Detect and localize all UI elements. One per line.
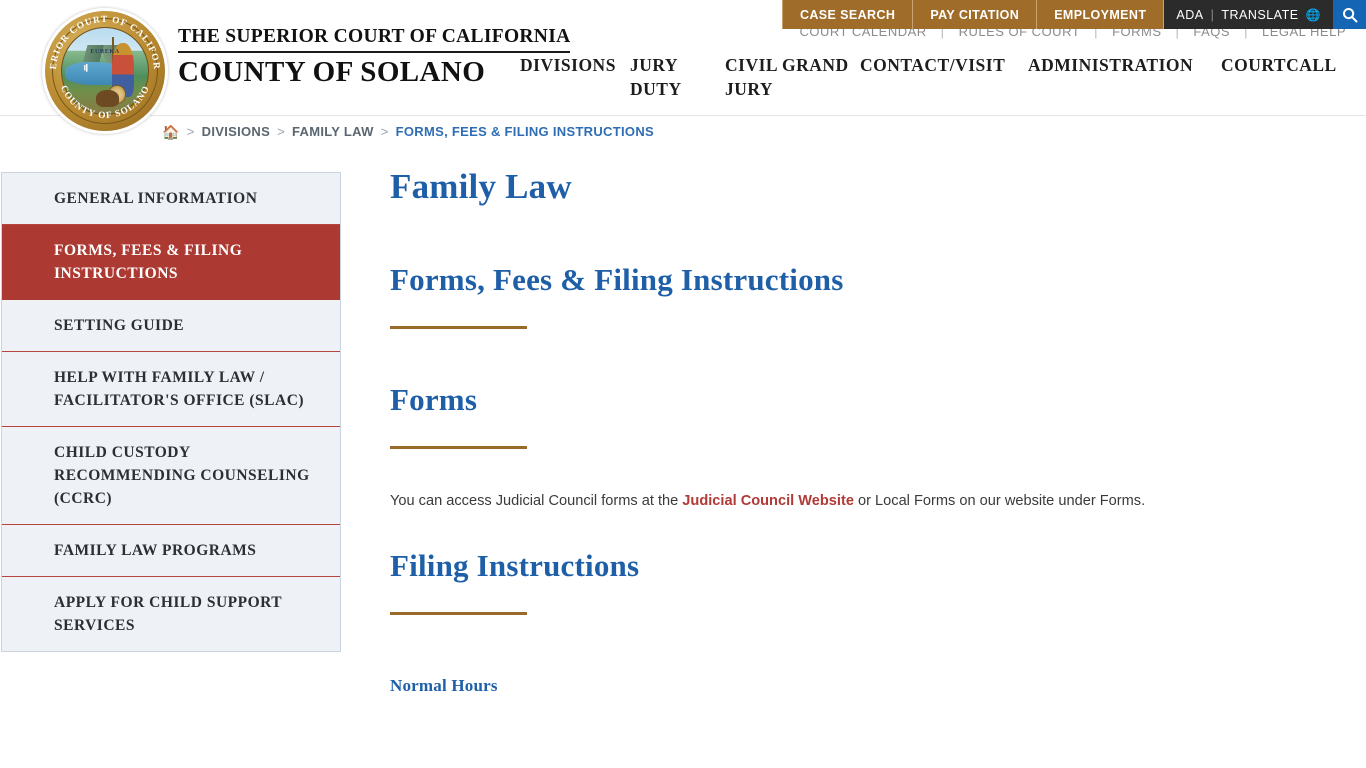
breadcrumb: 🏠 > DIVISIONS > FAMILY LAW > FORMS, FEES… [162,124,654,139]
main-content: Family Law Forms, Fees & Filing Instruct… [390,167,1320,696]
breadcrumb-separator: > [277,124,285,139]
nav-item-divisions[interactable]: DIVISIONS [520,53,630,77]
forms-paragraph: You can access Judicial Council forms at… [390,491,1320,513]
translate-link[interactable]: TRANSLATE [1221,8,1298,22]
top-utility-bar: CASE SEARCH PAY CITATION EMPLOYMENT ADA … [781,0,1366,29]
forms-paragraph-lead: You can access Judicial Council forms at… [390,492,683,509]
breadcrumb-separator: > [380,124,389,139]
subsection-title-normal-hours: Normal Hours [390,675,498,695]
search-button[interactable] [1333,0,1366,29]
globe-icon[interactable]: 🌐 [1306,9,1321,21]
sidebar-item-setting-guide[interactable]: SETTING GUIDE [2,300,340,352]
site-wordmark[interactable]: THE SUPERIOR COURT OF CALIFORNIA COUNTY … [178,26,571,88]
sidebar-item-child-custody-recommending-counseling[interactable]: CHILD CUSTODY RECOMMENDING COUNSELING (C… [2,427,340,525]
section-rule [390,325,527,329]
sidebar-item-family-law-programs[interactable]: FAMILY LAW PROGRAMS [2,525,340,577]
seal-top-arc-text: SUPERIOR COURT OF CALIFORNIA [42,8,161,70]
employment-button[interactable]: EMPLOYMENT [1037,0,1165,29]
section-title-forms: Forms [390,381,478,417]
sidebar-item-apply-for-child-support-services[interactable]: APPLY FOR CHILD SUPPORT SERVICES [2,577,340,651]
sidebar-item-help-with-family-law[interactable]: HELP WITH FAMILY LAW / FACILITATOR'S OFF… [2,352,340,427]
forms-paragraph-tail: or Local Forms on our website under Form… [853,492,1146,509]
section-title-forms-fees-filing: Forms, Fees & Filing Instructions [390,261,844,297]
judicial-council-website-link[interactable]: Judicial Council Website [682,493,854,509]
section-rule [390,445,527,449]
breadcrumb-item-current: FORMS, FEES & FILING INSTRUCTIONS [395,124,654,139]
nav-item-civil-grand-jury[interactable]: CIVIL GRAND JURY [725,53,860,101]
breadcrumb-item-divisions[interactable]: DIVISIONS [202,124,270,139]
nav-item-contact-visit[interactable]: CONTACT/VISIT [860,53,1010,77]
court-seal-logo[interactable]: EUREKA SUPERIOR COURT OF CALIFORNIA COUN… [42,8,168,134]
breadcrumb-separator: > [186,124,195,139]
section-rule [390,611,527,615]
breadcrumb-item-family-law[interactable]: FAMILY LAW [292,124,374,139]
pay-citation-button[interactable]: PAY CITATION [913,0,1038,29]
seal-bottom-arc-text: COUNTY OF SOLANO [58,84,152,121]
nav-item-courtcall[interactable]: COURTCALL [1221,53,1361,77]
section-title-filing-instructions: Filing Instructions [390,547,640,583]
nav-item-administration[interactable]: ADMINISTRATION [1028,53,1203,77]
wordmark-line-2: COUNTY OF SOLANO [178,56,486,88]
nav-item-jury-duty[interactable]: JURY DUTY [630,53,725,101]
search-icon [1342,7,1357,22]
section-sidebar-menu: GENERAL INFORMATION FORMS, FEES & FILING… [1,172,341,652]
main-navigation: DIVISIONS JURY DUTY CIVIL GRAND JURY CON… [520,53,1366,101]
sidebar-item-general-information[interactable]: GENERAL INFORMATION [2,173,340,225]
ada-link[interactable]: ADA [1176,8,1203,22]
case-search-button[interactable]: CASE SEARCH [781,0,914,29]
seal-arc-text: SUPERIOR COURT OF CALIFORNIA COUNTY OF S… [42,8,161,121]
accessibility-translate-group: ADA | TRANSLATE 🌐 [1164,0,1333,29]
sidebar-item-forms-fees-filing-instructions[interactable]: FORMS, FEES & FILING INSTRUCTIONS [2,225,340,300]
wordmark-line-1: THE SUPERIOR COURT OF CALIFORNIA [178,26,571,53]
page-title: Family Law [390,167,572,206]
topbar-divider: | [1210,7,1215,22]
